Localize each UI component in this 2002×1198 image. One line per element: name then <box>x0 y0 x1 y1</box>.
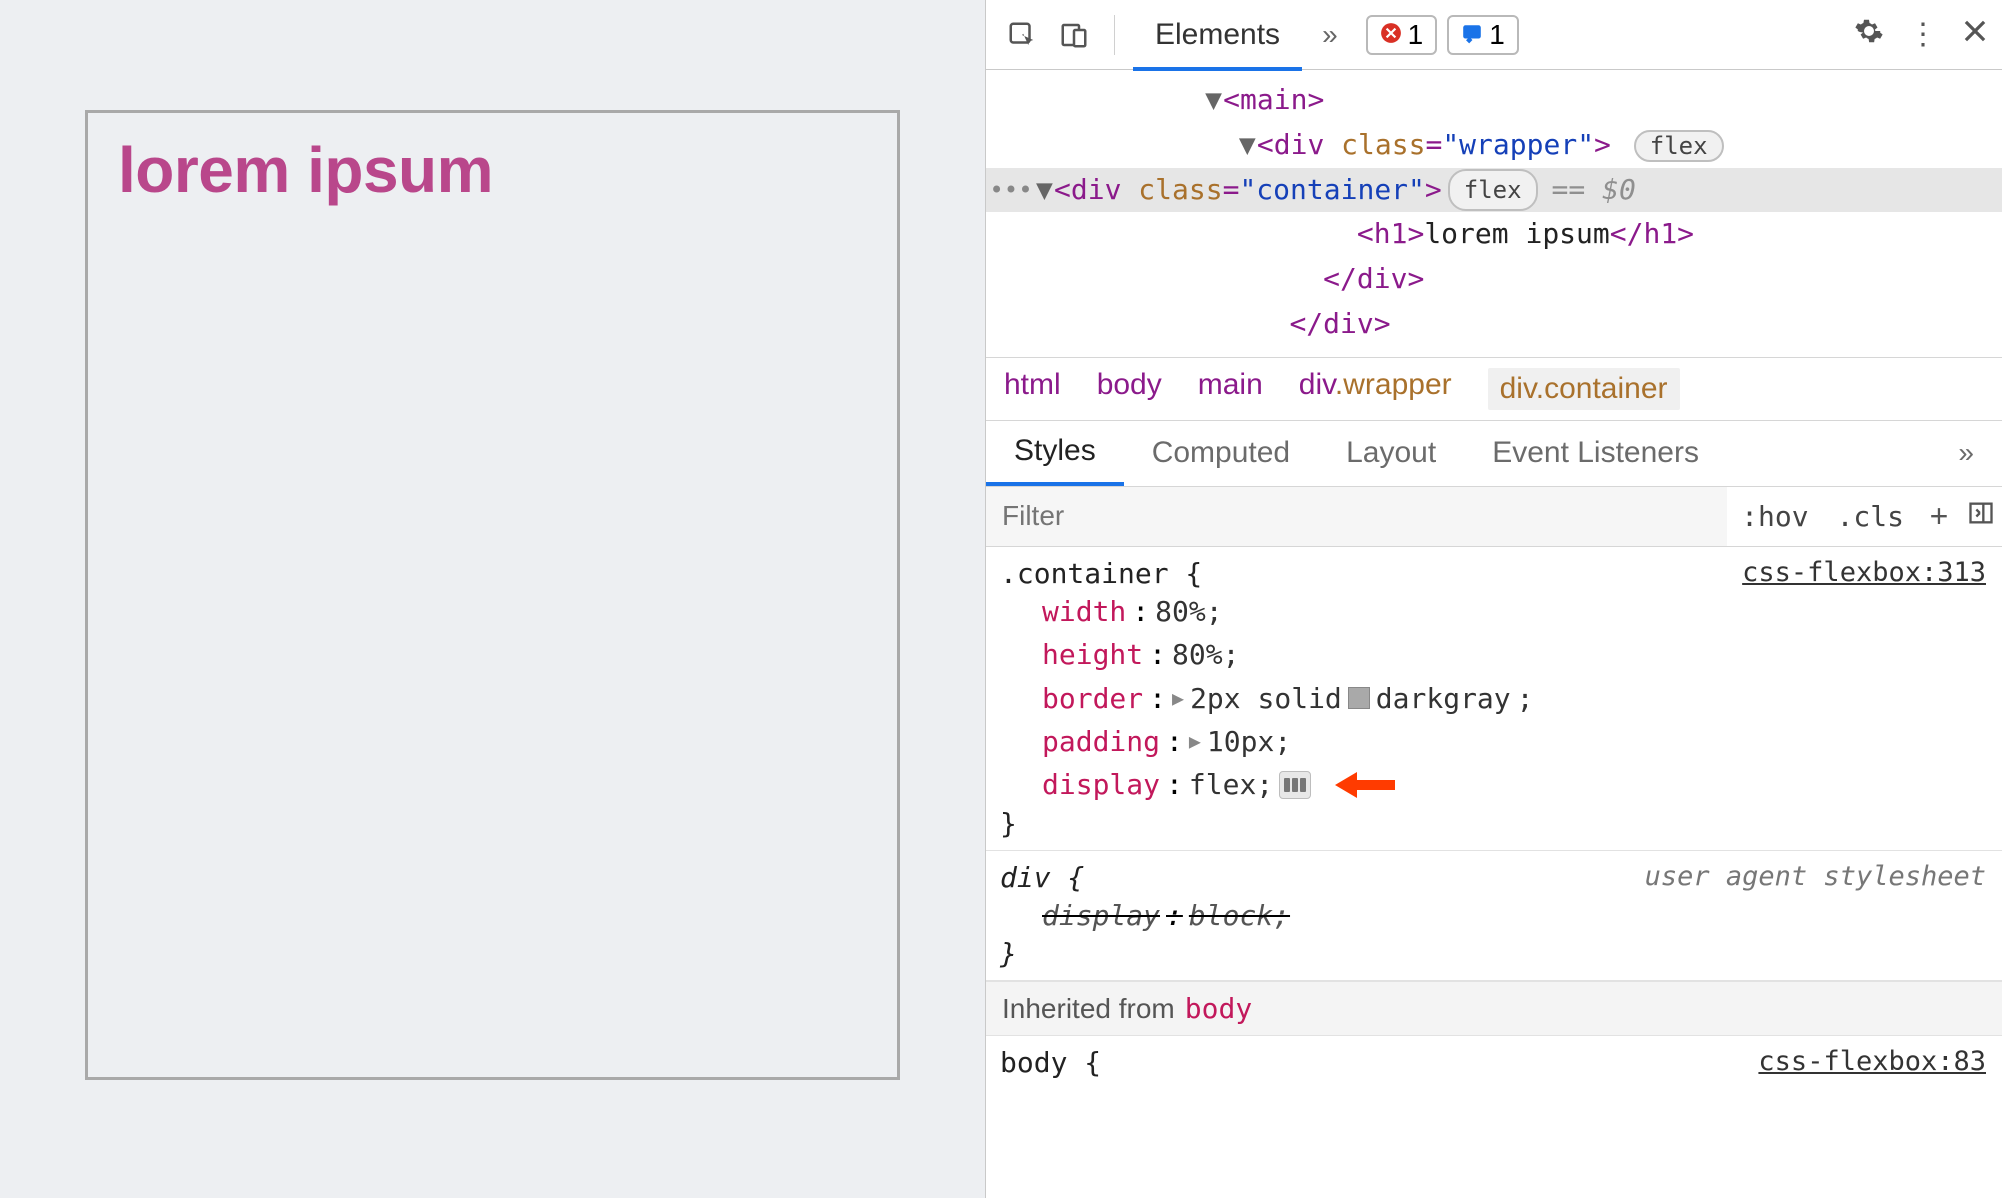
dom-node-close-wrapper[interactable]: </div> <box>986 302 2002 347</box>
crumb-body[interactable]: body <box>1097 368 1162 410</box>
toggle-sidebar-icon[interactable] <box>1960 498 2002 535</box>
rule-source-link[interactable]: css-flexbox:313 <box>1742 557 1986 588</box>
devtools-toolbar: Elements » 1 1 ⋮ <box>986 0 2002 70</box>
devtools-panel: Elements » 1 1 ⋮ <box>985 0 2002 1198</box>
container-box: lorem ipsum <box>85 110 900 1080</box>
message-count: 1 <box>1489 19 1505 51</box>
rule-body-partial[interactable]: body { css-flexbox:83 <box>986 1036 2002 1079</box>
inherited-label: Inherited from <box>1002 993 1175 1025</box>
device-toggle-icon[interactable] <box>1052 13 1096 57</box>
dom-node-close-container[interactable]: </div> <box>986 257 2002 302</box>
decl-padding[interactable]: padding: ▶ 10px; <box>1000 720 1986 763</box>
inspect-icon[interactable] <box>1000 13 1044 57</box>
hov-toggle[interactable]: :hov <box>1727 500 1822 533</box>
message-icon <box>1461 19 1483 51</box>
toolbar-divider <box>1114 15 1115 55</box>
dom-node-wrapper[interactable]: ▼<div class="wrapper"> flex <box>986 123 2002 168</box>
rule-div-ua[interactable]: div { user agent stylesheet display: blo… <box>986 851 2002 981</box>
color-swatch[interactable] <box>1348 687 1370 709</box>
error-badge[interactable]: 1 <box>1366 15 1438 55</box>
dom-node-h1[interactable]: <h1>lorem ipsum</h1> <box>986 212 2002 257</box>
rule-close-brace: } <box>1000 937 1986 970</box>
decl-width[interactable]: width: 80%; <box>1000 590 1986 633</box>
selection-marker: == $0 <box>1552 168 1636 213</box>
decl-height[interactable]: height: 80%; <box>1000 633 1986 676</box>
decl-border[interactable]: border: ▶ 2px solid darkgray; <box>1000 677 1986 720</box>
cls-toggle[interactable]: .cls <box>1823 500 1918 533</box>
expand-shorthand-icon[interactable]: ▶ <box>1172 683 1184 714</box>
breadcrumb: html body main div.wrapper div.container <box>986 357 2002 421</box>
error-icon <box>1380 19 1402 51</box>
page-preview: lorem ipsum <box>0 0 985 1198</box>
flex-badge[interactable]: flex <box>1448 169 1538 211</box>
rule-close-brace: } <box>1000 807 1986 840</box>
tab-elements[interactable]: Elements <box>1133 2 1302 71</box>
decl-display-overridden[interactable]: display: block; <box>1000 894 1986 937</box>
flexbox-editor-icon[interactable] <box>1279 771 1311 799</box>
expand-shorthand-icon[interactable]: ▶ <box>1189 726 1201 757</box>
subtab-event-listeners[interactable]: Event Listeners <box>1464 421 1727 486</box>
rule-container[interactable]: .container { css-flexbox:313 width: 80%;… <box>986 547 2002 851</box>
rule-source-link[interactable]: css-flexbox:83 <box>1758 1046 1986 1077</box>
subtab-layout[interactable]: Layout <box>1318 421 1464 486</box>
message-badge[interactable]: 1 <box>1447 15 1519 55</box>
dom-tree[interactable]: ▼<main> ▼<div class="wrapper"> flex ••• … <box>986 70 2002 357</box>
error-count: 1 <box>1408 19 1424 51</box>
crumb-wrapper[interactable]: div.wrapper <box>1299 368 1452 410</box>
annotation-arrow-icon <box>1335 770 1395 800</box>
inherited-from-selector[interactable]: body <box>1185 992 1252 1025</box>
styles-subtabs: Styles Computed Layout Event Listeners » <box>986 421 2002 487</box>
styles-rules: .container { css-flexbox:313 width: 80%;… <box>986 547 2002 1198</box>
flex-badge[interactable]: flex <box>1634 130 1724 162</box>
styles-filter-bar: :hov .cls + <box>986 487 2002 547</box>
kebab-menu-icon[interactable]: ⋮ <box>1908 17 1938 52</box>
decl-display[interactable]: display: flex; <box>1000 763 1986 806</box>
tabs-overflow-icon[interactable]: » <box>1310 19 1350 51</box>
crumb-container[interactable]: div.container <box>1488 368 1680 410</box>
add-rule-button[interactable]: + <box>1918 498 1960 535</box>
inherited-from-bar: Inherited from body <box>986 981 2002 1036</box>
preview-heading: lorem ipsum <box>118 133 867 207</box>
close-icon[interactable] <box>1962 18 1988 52</box>
rule-source-ua: user agent stylesheet <box>1645 861 1986 892</box>
filter-input[interactable] <box>986 487 1727 546</box>
dom-node-main[interactable]: ▼<main> <box>986 78 2002 123</box>
ellipsis-icon[interactable]: ••• <box>986 171 1036 209</box>
subtab-styles[interactable]: Styles <box>986 421 1124 486</box>
subtab-computed[interactable]: Computed <box>1124 421 1318 486</box>
settings-icon[interactable] <box>1854 16 1884 54</box>
subtabs-overflow-icon[interactable]: » <box>1930 421 2002 486</box>
crumb-main[interactable]: main <box>1198 368 1263 410</box>
rule-selector[interactable]: body { <box>1000 1046 1101 1079</box>
crumb-html[interactable]: html <box>1004 368 1061 410</box>
dom-node-container-selected[interactable]: ••• ▼<div class="container"> flex== $0 <box>986 168 2002 213</box>
